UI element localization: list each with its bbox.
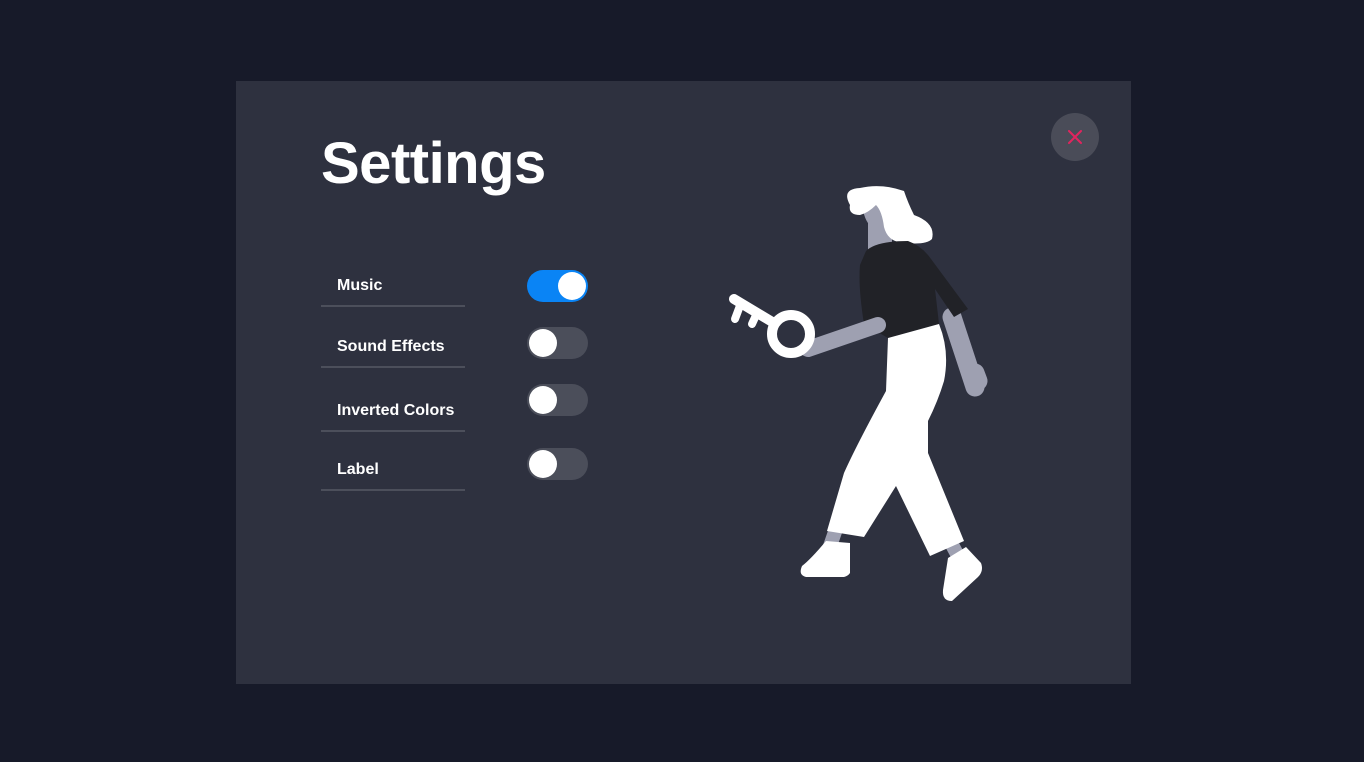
settings-modal: Settings Music Sound Effects Inverted Co… bbox=[236, 81, 1131, 684]
page-title: Settings bbox=[321, 131, 546, 196]
close-button[interactable] bbox=[1051, 113, 1099, 161]
inverted-colors-toggle[interactable] bbox=[527, 384, 588, 416]
setting-label-label: Label bbox=[321, 451, 465, 491]
toggle-knob bbox=[529, 450, 557, 478]
toggle-knob bbox=[558, 272, 586, 300]
woman-holding-key-illustration bbox=[729, 186, 988, 601]
toggle-knob bbox=[529, 386, 557, 414]
music-toggle[interactable] bbox=[527, 270, 588, 302]
setting-row-inverted-colors: Inverted Colors bbox=[321, 384, 589, 432]
setting-row-sound-effects: Sound Effects bbox=[321, 327, 589, 368]
setting-label-music: Music bbox=[321, 267, 465, 307]
label-toggle[interactable] bbox=[527, 448, 588, 480]
setting-row-label: Label bbox=[321, 448, 589, 491]
sound-effects-toggle[interactable] bbox=[527, 327, 588, 359]
setting-label-inverted-colors: Inverted Colors bbox=[321, 392, 465, 432]
setting-row-music: Music bbox=[321, 267, 589, 307]
setting-label-sound-effects: Sound Effects bbox=[321, 328, 465, 368]
toggle-knob bbox=[529, 329, 557, 357]
close-icon bbox=[1068, 130, 1082, 144]
